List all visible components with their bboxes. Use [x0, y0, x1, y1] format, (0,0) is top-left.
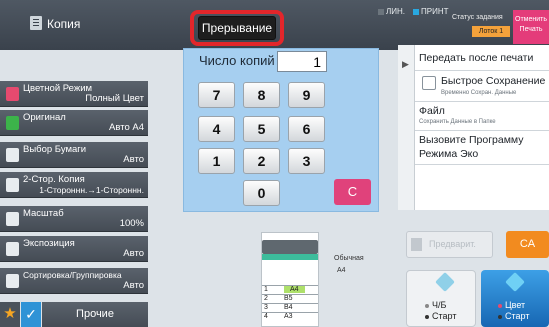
preview-icon — [411, 238, 422, 251]
job-status-button[interactable]: Статус задания — [452, 14, 503, 21]
copies-count-field[interactable]: 1 — [277, 51, 327, 72]
key-5[interactable]: 5 — [243, 116, 280, 142]
printer-graphic — [262, 240, 318, 254]
sidebar-item-paper-select[interactable]: Выбор Бумаги Авто — [0, 142, 148, 168]
paper-size-label: A4 — [337, 267, 346, 274]
copies-label: Число копий — [199, 53, 275, 68]
divider — [415, 164, 549, 165]
tray-row[interactable]: 2 B5 — [262, 294, 318, 303]
panel-toggle[interactable]: ▶ — [398, 45, 415, 210]
bw-start-label: Ч/Б Старт — [425, 300, 456, 322]
quick-save-sub: Временно Сохран. Данные — [441, 90, 517, 96]
paper-select-icon — [6, 148, 19, 162]
clear-button[interactable]: C — [334, 179, 371, 205]
exposure-icon — [6, 242, 19, 256]
zoom-icon — [6, 212, 19, 226]
divider — [415, 130, 549, 131]
key-8[interactable]: 8 — [243, 82, 280, 108]
key-6[interactable]: 6 — [288, 116, 325, 142]
quick-save-label[interactable]: Быстрое Сохранение — [441, 75, 545, 87]
print-indicator: ПРИНТ — [413, 7, 449, 16]
color-dot-icon — [498, 303, 502, 308]
divider — [415, 101, 549, 102]
chevron-right-icon: ▶ — [402, 59, 409, 69]
output-tray-graphic — [262, 254, 318, 260]
key-0[interactable]: 0 — [243, 180, 280, 206]
tray-row[interactable]: 1 A4 — [262, 285, 318, 294]
tray-badge: Лоток 1 — [472, 26, 510, 37]
eco-program-line2: Режима Эко — [419, 148, 479, 160]
interrupt-button[interactable]: Прерывание — [198, 16, 276, 40]
bw-dot-icon — [425, 303, 429, 308]
line-status-icon — [378, 8, 384, 15]
key-2[interactable]: 2 — [243, 148, 280, 174]
favorite-star-icon[interactable]: ★ — [0, 302, 20, 327]
tray-row[interactable]: 4 A3 — [262, 312, 318, 321]
check-icon[interactable]: ✓ — [21, 302, 41, 327]
app-title: Копия — [47, 17, 81, 31]
copy-icon — [30, 16, 42, 30]
file-button[interactable]: Файл — [419, 105, 445, 117]
key-1[interactable]: 1 — [198, 148, 235, 174]
key-4[interactable]: 4 — [198, 116, 235, 142]
print-status-icon — [413, 8, 419, 15]
cancel-print-button[interactable]: Отменить Печать — [513, 10, 549, 44]
sidebar-item-exposure[interactable]: Экспозиция Авто — [0, 236, 148, 262]
line-indicator: ЛИН. — [378, 7, 405, 16]
eco-program-button[interactable]: Вызовите Программу — [419, 134, 524, 146]
original-icon — [6, 116, 19, 130]
sidebar-item-zoom[interactable]: Масштаб 100% — [0, 206, 148, 232]
file-sub: Сохранить Данные в Папке — [419, 119, 496, 125]
color-mode-icon — [6, 87, 19, 101]
divider — [415, 70, 549, 71]
clear-all-button[interactable]: CA — [506, 231, 549, 258]
key-3[interactable]: 3 — [288, 148, 325, 174]
other-button[interactable]: Прочие — [42, 302, 148, 327]
sort-icon — [6, 274, 19, 288]
sidebar-item-sort[interactable]: Сортировка/Группировка Авто — [0, 268, 148, 294]
bw-dot-icon — [425, 314, 429, 319]
tray-row[interactable]: 3 B4 — [262, 303, 318, 312]
key-7[interactable]: 7 — [198, 82, 235, 108]
key-9[interactable]: 9 — [288, 82, 325, 108]
send-after-print-button[interactable]: Передать после печати — [419, 52, 533, 64]
paper-type-label: Обычная — [334, 255, 364, 262]
color-dot-icon — [498, 314, 502, 319]
color-start-label: Цвет Старт — [498, 300, 529, 322]
duplex-icon — [6, 178, 19, 192]
sidebar-item-duplex[interactable]: 2-Стор. Копия 1-Стороннн.→1-Стороннн. — [0, 172, 148, 198]
sidebar-item-color-mode[interactable]: Цветной Режим Полный Цвет — [0, 81, 148, 107]
sidebar-item-original[interactable]: Оригинал Авто A4 — [0, 110, 148, 136]
quick-save-checkbox[interactable] — [422, 76, 436, 90]
